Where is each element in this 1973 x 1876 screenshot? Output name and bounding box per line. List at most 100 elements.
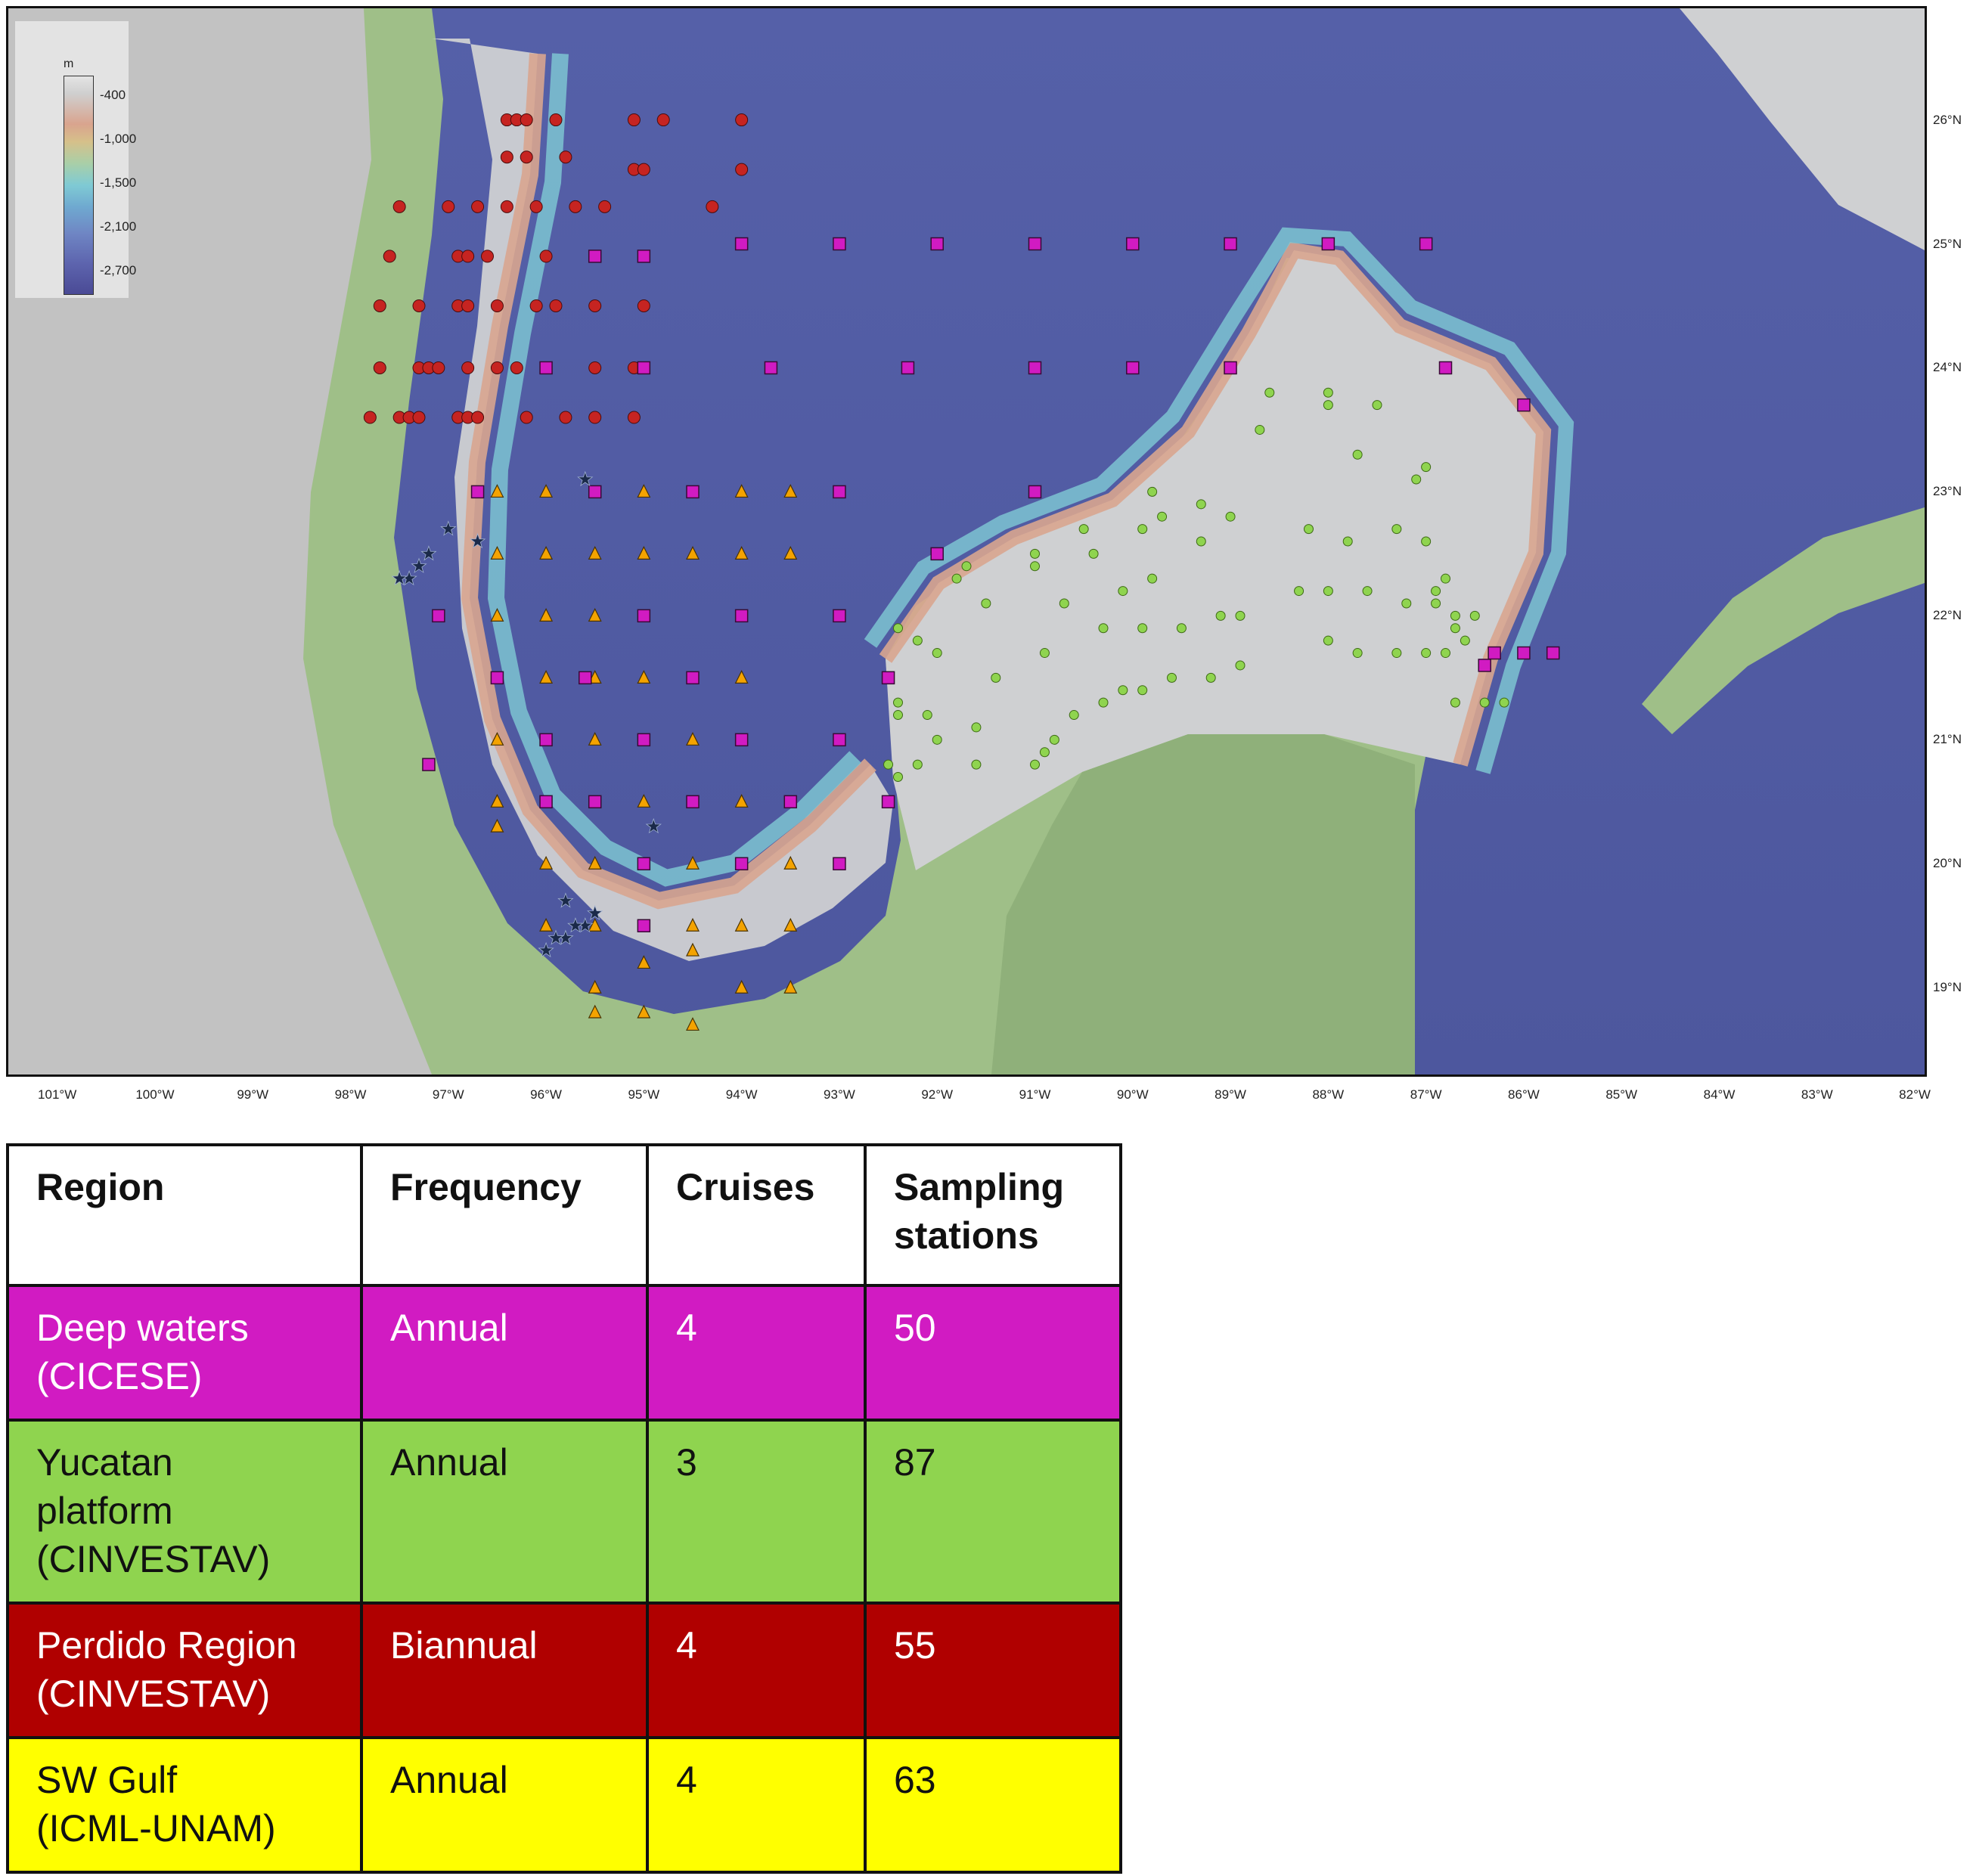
cell-frequency: Annual	[360, 1284, 649, 1422]
deep-water-station	[686, 671, 700, 685]
lon-tick-label: 92°W	[921, 1087, 954, 1102]
deep-water-station	[470, 485, 485, 499]
cell-frequency: Biannual	[360, 1602, 649, 1739]
yucatan-station	[912, 759, 923, 770]
table-row-perdido: Perdido Region (CINVESTAV) Biannual 4 55	[6, 1602, 1122, 1739]
lon-tick-label: 96°W	[530, 1087, 562, 1102]
deep-water-station	[637, 250, 651, 263]
legend-level: -2,100	[100, 219, 137, 234]
table-row-yucatan: Yucatan platform (CINVESTAV) Annual 3 87	[6, 1419, 1122, 1605]
perdido-station	[520, 113, 533, 127]
yucatan-station	[1137, 623, 1148, 634]
yucatan-station	[1225, 511, 1236, 522]
yucatan-station	[1441, 573, 1450, 584]
deep-water-station	[881, 795, 895, 809]
deep-water-station	[764, 361, 778, 375]
deep-water-station	[1126, 237, 1140, 251]
cell-region: Deep waters (CICESE)	[6, 1284, 363, 1422]
lon-tick-label: 82°W	[1899, 1087, 1931, 1102]
perdido-station	[500, 200, 513, 213]
deep-water-station	[783, 795, 798, 809]
perdido-station	[549, 113, 563, 127]
cell-region: SW Gulf (ICML-UNAM)	[6, 1736, 363, 1874]
yucatan-station	[971, 759, 982, 770]
deep-water-station	[930, 237, 944, 251]
lon-tick-label: 91°W	[1019, 1087, 1051, 1102]
deep-water-station	[1224, 361, 1237, 375]
header-frequency: Frequency	[360, 1143, 649, 1287]
lon-tick-label: 86°W	[1508, 1087, 1540, 1102]
deep-water-station	[930, 547, 944, 561]
deep-water-station	[833, 733, 846, 747]
lon-tick-label: 83°W	[1801, 1087, 1833, 1102]
yucatan-station	[1421, 536, 1432, 547]
perdido-station	[529, 299, 543, 312]
deep-water-station	[422, 758, 436, 771]
deep-water-station	[833, 609, 846, 623]
deep-water-station	[579, 671, 592, 685]
map-frame	[6, 6, 1927, 1077]
deep-water-station	[637, 609, 651, 623]
yucatan-station	[1431, 586, 1441, 597]
legend-level: -2,700	[100, 263, 137, 278]
yucatan-station	[1118, 685, 1128, 696]
yucatan-station	[1499, 697, 1509, 708]
deep-water-station	[734, 857, 749, 871]
yucatan-station	[1078, 524, 1089, 535]
yucatan-station	[1157, 511, 1168, 522]
perdido-station	[461, 250, 475, 263]
region-table: Region Frequency Cruises Sampling statio…	[6, 1143, 1122, 1874]
perdido-station	[442, 200, 455, 213]
header-sampling-line: stations	[894, 1214, 1039, 1257]
lon-tick-label: 87°W	[1410, 1087, 1442, 1102]
yucatan-station	[1450, 623, 1460, 634]
perdido-station	[373, 361, 386, 374]
perdido-station	[656, 113, 670, 127]
yucatan-station	[1323, 400, 1333, 411]
perdido-station	[392, 200, 406, 213]
yucatan-station	[893, 710, 903, 721]
deep-water-station	[1224, 237, 1237, 251]
deep-water-station	[686, 485, 700, 499]
yucatan-station	[1118, 586, 1128, 597]
cell-stations: 55	[864, 1602, 1122, 1739]
deep-water-station	[1321, 237, 1335, 251]
deep-water-station	[588, 795, 602, 809]
yucatan-station	[1401, 598, 1412, 609]
yucatan-station	[1264, 387, 1275, 398]
yucatan-station	[1039, 648, 1050, 659]
perdido-station	[471, 411, 485, 424]
lat-tick-label: 21°N	[1933, 732, 1962, 747]
yucatan-station	[1137, 524, 1148, 535]
yucatan-station	[1460, 635, 1470, 646]
perdido-station	[588, 411, 602, 424]
deep-water-station	[539, 361, 553, 375]
bathymetry-map	[8, 8, 1925, 1074]
yucatan-station	[1391, 524, 1402, 535]
yucatan-station	[1098, 623, 1109, 634]
header-cruises: Cruises	[646, 1143, 867, 1287]
yucatan-station	[1167, 672, 1177, 683]
yucatan-station	[991, 672, 1001, 683]
perdido-station	[529, 200, 543, 213]
perdido-station	[569, 200, 582, 213]
perdido-station	[735, 163, 749, 176]
perdido-station	[637, 163, 650, 176]
deep-water-station	[1478, 659, 1491, 672]
yucatan-station	[932, 734, 942, 745]
yucatan-station	[1098, 697, 1109, 708]
cell-region: Perdido Region (CINVESTAV)	[6, 1602, 363, 1739]
cell-cruises: 3	[646, 1419, 867, 1605]
deep-water-station	[539, 795, 553, 809]
perdido-station	[539, 250, 553, 263]
yucatan-station	[932, 648, 942, 659]
table-header-row: Region Frequency Cruises Sampling statio…	[6, 1143, 1122, 1287]
header-sampling-stations: Sampling stations	[864, 1143, 1122, 1287]
yucatan-station	[1469, 610, 1480, 621]
yucatan-station	[1411, 474, 1422, 485]
cell-stations: 87	[864, 1419, 1122, 1605]
deep-water-station	[833, 857, 846, 871]
perdido-station	[490, 361, 504, 374]
lon-tick-label: 90°W	[1116, 1087, 1149, 1102]
perdido-station	[383, 250, 396, 263]
